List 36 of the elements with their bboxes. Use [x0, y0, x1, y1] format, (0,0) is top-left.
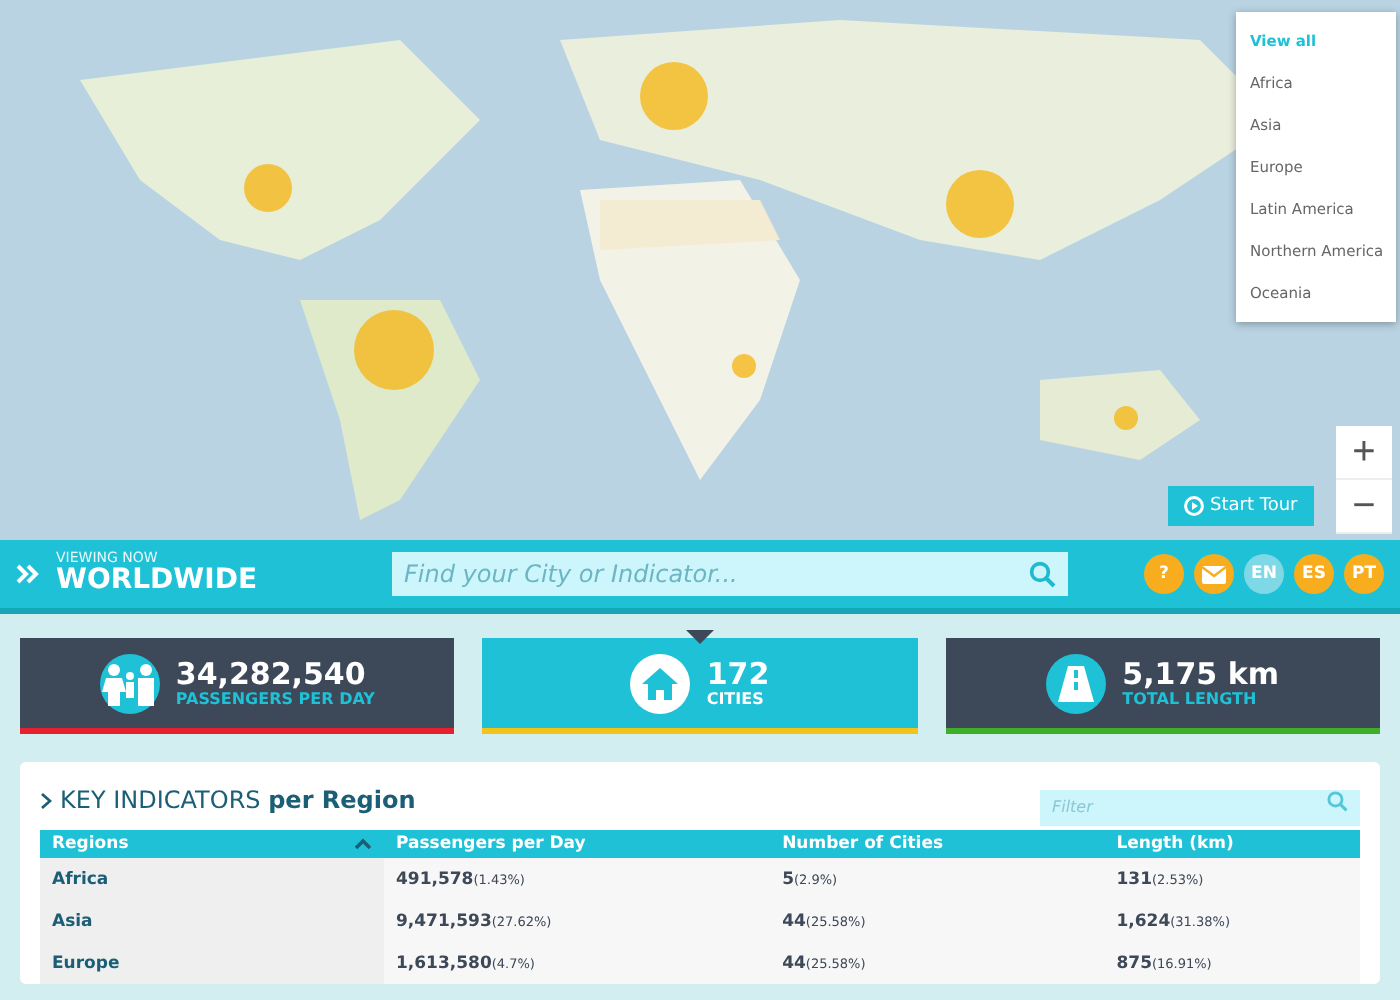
stat-card[interactable]: 34,282,540 PASSENGERS PER DAY	[20, 638, 455, 734]
table-cell: Africa	[40, 858, 384, 900]
language-button[interactable]: EN	[1244, 554, 1284, 594]
stat-label: CITIES	[706, 690, 766, 709]
column-header[interactable]: Passengers per Day	[384, 830, 771, 858]
search-icon	[1028, 560, 1056, 588]
chevron-icon	[40, 791, 52, 809]
chevrons-icon	[16, 562, 40, 586]
language-button[interactable]: PT	[1344, 554, 1384, 594]
column-header[interactable]: Length (km)	[1104, 830, 1360, 858]
column-header[interactable]: Number of Cities	[770, 830, 1105, 858]
stat-label: TOTAL LENGTH	[1122, 690, 1259, 709]
stat-value: 172	[706, 657, 770, 691]
language-button[interactable]: ES	[1294, 554, 1334, 594]
stat-card[interactable]: 5,175 km TOTAL LENGTH	[945, 638, 1380, 734]
mail-button[interactable]	[1194, 554, 1234, 594]
scope-title: WORLDWIDE	[56, 565, 260, 597]
section-title: KEY INDICATORS per Region	[60, 786, 416, 814]
play-icon	[1184, 496, 1204, 516]
table-cell: Asia	[40, 900, 384, 942]
sort-up-icon	[354, 838, 372, 850]
stat-value: 5,175 km	[1122, 657, 1279, 691]
help-button[interactable]: ?	[1144, 554, 1184, 594]
road-icon	[1056, 663, 1097, 703]
column-header[interactable]: Regions	[40, 830, 384, 858]
start-tour-button[interactable]: Start Tour	[1168, 486, 1314, 526]
stat-label: PASSENGERS PER DAY	[175, 690, 375, 709]
search-icon	[1326, 790, 1348, 812]
search-field[interactable]: Find your City or Indicator...	[392, 552, 1068, 596]
envelope-icon	[1202, 565, 1226, 583]
people-icon	[101, 661, 158, 705]
pointer-icon	[685, 630, 714, 644]
house-icon	[640, 665, 681, 701]
table-cell: Europe	[40, 942, 384, 984]
stat-value: 34,282,540	[175, 657, 368, 691]
filter-field[interactable]: Filter	[1040, 789, 1360, 825]
